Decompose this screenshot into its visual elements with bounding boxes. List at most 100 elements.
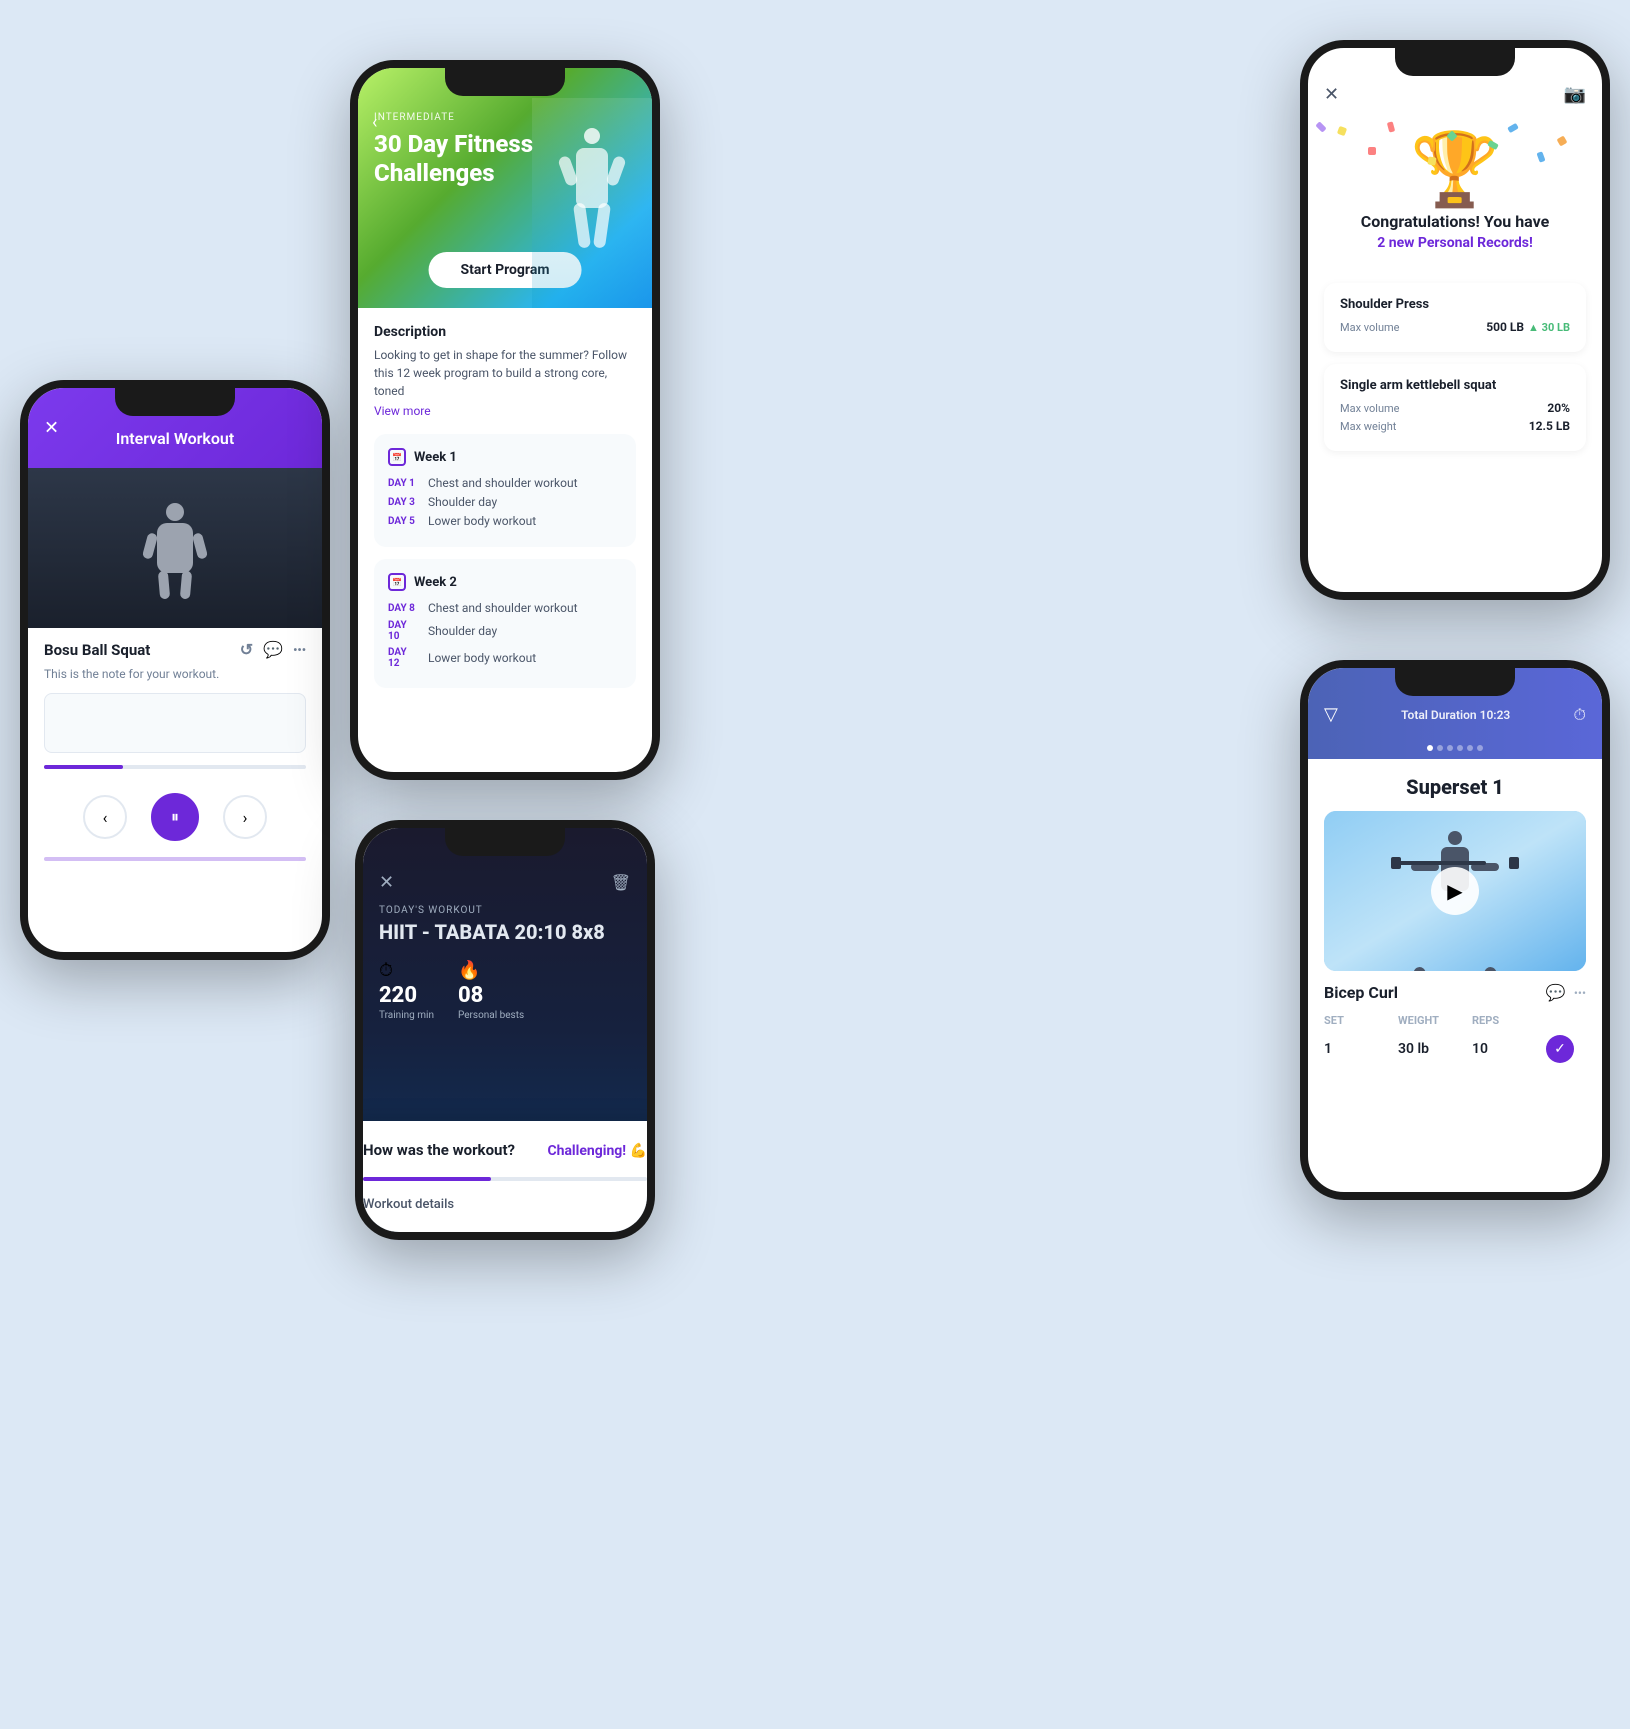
p4-popup-header: How was the workout? Challenging! 💪 — [363, 1141, 647, 1161]
set-done-check[interactable]: ✓ — [1546, 1035, 1574, 1063]
day-row-10: DAY 10 Shoulder day — [388, 620, 622, 642]
prev-button[interactable]: ‹ — [83, 795, 127, 839]
day-row-8: DAY 8 Chest and shoulder workout — [388, 601, 622, 615]
record-label-weight-2: Max weight — [1340, 420, 1396, 433]
record-card-kettlebell: Single arm kettlebell squat Max volume 2… — [1324, 364, 1586, 451]
p4-personal-label: Personal bests — [458, 1010, 524, 1021]
week-1-label: Week 1 — [414, 450, 457, 465]
view-more-link[interactable]: View more — [374, 404, 636, 418]
p1-input-area[interactable] — [44, 693, 306, 753]
week-2-header: 📅 Week 2 — [388, 573, 622, 591]
p1-progress-fill — [44, 765, 123, 769]
th-set: SET — [1324, 1014, 1390, 1027]
dot-6 — [1477, 745, 1483, 751]
day-3-workout: Shoulder day — [428, 495, 497, 509]
p4-stat-personal: 🔥 08 Personal bests — [458, 960, 524, 1021]
p2-description-text: Looking to get in shape for the summer? … — [374, 346, 636, 400]
next-button[interactable]: › — [223, 795, 267, 839]
p4-workout-label: TODAY'S WORKOUT — [363, 905, 647, 916]
p1-title: Interval Workout — [116, 429, 234, 448]
day-12-label: DAY 12 — [388, 647, 420, 669]
comment-icon[interactable]: 💬 — [263, 640, 283, 659]
p5-set-row-1: 1 30 lb 10 ✓ — [1324, 1035, 1586, 1063]
p3-header: ✕ 📷 — [1308, 48, 1602, 117]
p1-video-container — [28, 468, 322, 628]
p1-action-icons: ↺ 💬 ••• — [240, 640, 306, 659]
camera-button[interactable]: 📷 — [1564, 84, 1586, 105]
p4-workout-details[interactable]: Workout details — [363, 1197, 647, 1212]
p1-video-inner — [28, 468, 322, 628]
close-button[interactable]: ✕ — [1324, 84, 1339, 105]
replay-icon[interactable]: ↺ — [240, 640, 253, 659]
p5-content-area: Superset 1 — [1308, 759, 1602, 1079]
p4-dark-background: ✕ 🗑 TODAY'S WORKOUT HIIT - TABATA 20:10 … — [363, 828, 647, 1232]
p4-personal-value: 08 — [458, 983, 483, 1008]
p2-content-area: Description Looking to get in shape for … — [358, 308, 652, 772]
record-name-1: Shoulder Press — [1340, 297, 1570, 312]
timer-button[interactable]: ⏱ — [1574, 705, 1586, 725]
chevron-down-icon[interactable]: ▽ — [1324, 704, 1338, 725]
phone-superset: ▽ Total Duration 10:23 ⏱ Superset 1 — [1300, 660, 1610, 1200]
p2-hero-section: ‹ INTERMEDIATE 30 Day Fitness Challenges… — [358, 68, 652, 308]
dot-1 — [1427, 745, 1433, 751]
p1-exercise-name: Bosu Ball Squat ↺ 💬 ••• — [28, 628, 322, 663]
play-button[interactable]: ▶ — [1431, 867, 1479, 915]
day-8-workout: Chest and shoulder workout — [428, 601, 578, 615]
close-button[interactable]: ✕ — [379, 872, 394, 893]
pause-button[interactable]: ⏸ — [151, 793, 199, 841]
p2-description-title: Description — [374, 324, 636, 340]
p4-popup-question: How was the workout? — [363, 1141, 515, 1159]
day-10-label: DAY 10 — [388, 620, 420, 642]
p4-stats-row: ⏱ 220 Training min 🔥 08 Personal bests — [363, 960, 647, 1021]
p3-trophy-section: 🏆 Congratulations! You have 2 new Person… — [1308, 117, 1602, 283]
day-3-label: DAY 3 — [388, 497, 420, 508]
phone-hiit-workout: ✕ 🗑 TODAY'S WORKOUT HIIT - TABATA 20:10 … — [355, 820, 655, 1240]
day-5-workout: Lower body workout — [428, 514, 536, 528]
more-options-icon[interactable]: ••• — [1574, 986, 1586, 1000]
week-1-header: 📅 Week 1 — [388, 448, 622, 466]
records-count-text: 2 new Personal Records! — [1377, 235, 1533, 251]
week-2-label: Week 2 — [414, 575, 457, 590]
record-label-volume-2: Max volume — [1340, 402, 1400, 415]
p4-training-value: 220 — [379, 983, 417, 1008]
th-reps: REPS — [1472, 1014, 1538, 1027]
record-name-2: Single arm kettlebell squat — [1340, 378, 1570, 393]
day-row-5: DAY 5 Lower body workout — [388, 514, 622, 528]
phone-congratulations: ✕ 📷 🏆 Congratulations! You have 2 new Pe… — [1300, 40, 1610, 600]
p3-confetti — [1308, 117, 1602, 217]
day-row-1: DAY 1 Chest and shoulder workout — [388, 476, 622, 490]
day-10-workout: Shoulder day — [428, 624, 497, 638]
p4-difficulty-slider[interactable] — [363, 1177, 647, 1181]
p2-hero-title: 30 Day Fitness Challenges — [374, 130, 652, 188]
day-8-label: DAY 8 — [388, 603, 420, 614]
day-12-workout: Lower body workout — [428, 651, 536, 665]
th-done — [1546, 1014, 1586, 1027]
record-card-shoulder-press: Shoulder Press Max volume 500 LB ▲ 30 LB — [1324, 283, 1586, 352]
th-weight: WEIGHT — [1398, 1014, 1464, 1027]
record-row-1: Max volume 500 LB ▲ 30 LB — [1340, 320, 1570, 334]
p4-training-label: Training min — [379, 1010, 434, 1021]
p5-exercise-video: ▶ — [1324, 811, 1586, 971]
record-increase-volume: ▲ 30 LB — [1528, 321, 1570, 334]
phone-interval-workout: ✕ Interval Workout Bosu Ball Squat — [20, 380, 330, 960]
set-reps: 10 — [1472, 1041, 1538, 1057]
timer-icon: ⏱ — [379, 960, 393, 981]
p2-level-label: INTERMEDIATE — [374, 112, 455, 123]
delete-button[interactable]: 🗑 — [611, 873, 631, 892]
day-row-12: DAY 12 Lower body workout — [388, 647, 622, 669]
more-icon[interactable]: ••• — [293, 643, 306, 657]
p5-duration-display: Total Duration 10:23 — [1401, 708, 1510, 722]
close-button[interactable]: ✕ — [44, 418, 59, 439]
p4-workout-title: HIIT - TABATA 20:10 8x8 — [363, 920, 647, 944]
dot-4 — [1457, 745, 1463, 751]
p5-header: ▽ Total Duration 10:23 ⏱ — [1308, 668, 1602, 737]
duration-value: 10:23 — [1480, 708, 1511, 722]
day-row-3: DAY 3 Shoulder day — [388, 495, 622, 509]
p5-table-header: SET WEIGHT REPS — [1324, 1014, 1586, 1027]
record-value-volume: 500 LB ▲ 30 LB — [1486, 320, 1570, 334]
set-weight: 30 lb — [1398, 1041, 1464, 1057]
p1-bottom-bar — [44, 857, 306, 861]
calendar-icon: 📅 — [388, 448, 406, 466]
day-1-workout: Chest and shoulder workout — [428, 476, 578, 490]
comment-icon[interactable]: 💬 — [1546, 983, 1566, 1002]
